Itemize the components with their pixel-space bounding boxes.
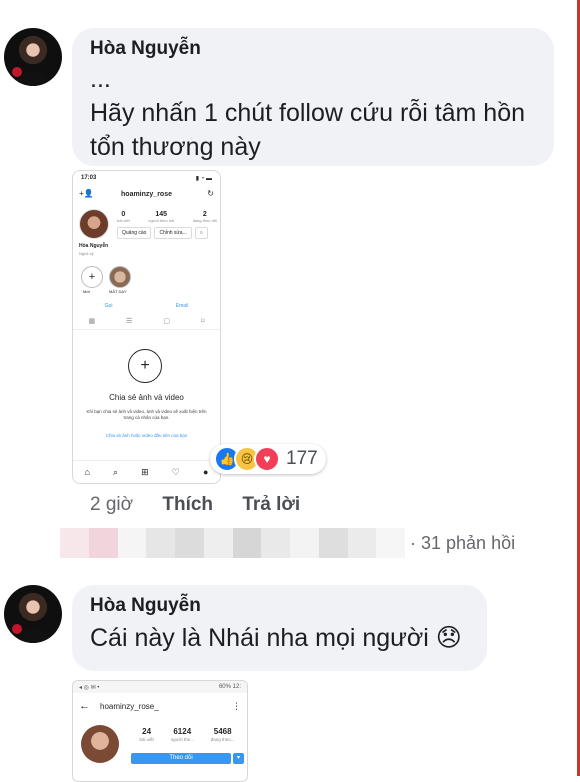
comment-text-line: tổn thương này (90, 133, 261, 161)
stat-label: đang theo... (210, 737, 235, 742)
rose-icon (12, 624, 22, 634)
bottom-nav: ⌂ ⌕ ⊞ ♡ ● (73, 460, 220, 483)
stat-value: 5468 (213, 727, 232, 736)
home-icon: ⌂ (84, 467, 90, 477)
comment-bubble: Hòa Nguyễn Cái này là Nhái nha mọi người… (72, 585, 487, 671)
history-icon: ↻ (207, 189, 214, 198)
add-post-plus-icon: + (128, 349, 162, 383)
stat-label: bài viết (139, 737, 154, 742)
call-link: Gọi (104, 303, 113, 309)
rose-icon (12, 67, 22, 77)
heart-icon: ♡ (171, 466, 180, 477)
stat-value: 0 (121, 211, 126, 218)
replies-count: 31 phản hồi (421, 533, 516, 553)
grid-icon: ▦ (88, 318, 96, 325)
profile-header: ← hoaminzy_rose_ ⋮ (79, 697, 241, 715)
profile-avatar (79, 209, 109, 239)
add-icon: ⊞ (141, 466, 149, 477)
ads-button: Quảng cáo (117, 227, 152, 239)
avatar-figure (18, 72, 48, 86)
email-link: Email (175, 303, 189, 309)
stat-label: người theo dõi (148, 218, 175, 223)
comment-author[interactable]: Hòa Nguyễn (90, 595, 469, 617)
bookmark-icon: ⌑ (200, 318, 205, 325)
stat-label: bài viết (117, 218, 130, 223)
search-icon: ⌕ (113, 466, 119, 477)
new-highlight-plus-icon: + (81, 266, 103, 288)
avatar[interactable] (4, 28, 62, 86)
dropdown-arrow-icon: ▾ (233, 753, 244, 764)
love-reaction-icon: ♥ (254, 446, 280, 472)
profile-stats: 24 bài viết 6124 người the... 5468 đang the… (131, 727, 243, 743)
comment-text-line: ... (90, 65, 111, 93)
comment-bubble: Hòa Nguyễn ... Hãy nhấn 1 chút follow cứ… (72, 28, 554, 166)
comment-actions: 2 giờ Thích Trả lời (90, 494, 324, 516)
edit-profile-button: Chỉnh sửa... (154, 227, 192, 239)
profile-username: hoaminzy_rose_ (100, 701, 159, 711)
blurred-replier-avatars (60, 528, 405, 558)
stat-label: đang theo dõi (192, 218, 217, 223)
highlight-label: MẤT DẠY (109, 289, 127, 294)
profile-avatar (81, 725, 119, 763)
profile-buttons: Quảng cáo Chỉnh sửa... ○ (117, 227, 208, 239)
follow-button: Theo dõi (131, 753, 231, 764)
view-replies-link[interactable]: · 31 phản hồi (410, 533, 515, 554)
avatar-figure (18, 629, 48, 643)
profile-stats: 0 bài viết 145 người theo dõi 2 đang theo d… (117, 211, 217, 224)
attached-screenshot[interactable]: 17:03 ▮ ◔ ▬ +👤 hoaminzy_rose ↻ 0 bài viết… (72, 170, 221, 484)
profile-role: Nghệ sỹ (79, 251, 94, 256)
stat-label: người the... (170, 737, 194, 742)
comment-author[interactable]: Hòa Nguyễn (90, 38, 536, 60)
empty-state-description: Khi bạn chia sẻ ảnh và video, ảnh và vid… (86, 409, 207, 420)
stat-value: 145 (155, 211, 168, 218)
stat-value: 24 (142, 727, 152, 736)
status-right: 60% 12: (218, 684, 241, 690)
settings-icon: ○ (194, 227, 208, 239)
avatar[interactable] (4, 585, 62, 643)
more-options-icon: ⋮ (232, 700, 241, 711)
empty-state-link: Chia sẻ ảnh hoặc video đầu tiên của bạn (105, 433, 188, 438)
comment-text-line: Hãy nhấn 1 chút follow cứu rỗi tâm hồn (90, 99, 526, 127)
profile-icon: ● (202, 467, 209, 477)
stat-value: 6124 (173, 727, 192, 736)
status-icons-left: ◂ ◎ ✉ • (79, 684, 100, 691)
like-button[interactable]: Thích (162, 494, 213, 515)
reply-button[interactable]: Trả lời (242, 494, 300, 515)
contact-links: Gọi Email (73, 303, 220, 309)
status-time: 17:03 (81, 175, 97, 181)
list-icon: ☰ (126, 318, 133, 325)
profile-username: hoaminzy_rose (121, 191, 172, 198)
back-arrow-icon: ← (79, 700, 90, 712)
status-icons: ▮ ◔ ▬ (195, 176, 212, 182)
attached-screenshot[interactable]: ◂ ◎ ✉ • 60% 12: ← hoaminzy_rose_ ⋮ 24 bài… (72, 680, 248, 782)
reaction-summary[interactable]: 👍 😢 ♥ 177 (210, 444, 326, 474)
story-highlight (109, 266, 131, 288)
comment-text: Cái này là Nhái nha mọi người 😞 (90, 624, 462, 652)
comment-time[interactable]: 2 giờ (90, 494, 133, 515)
stat-value: 2 (202, 211, 207, 218)
tagged-icon: ▢ (163, 318, 170, 325)
profile-name: Hòa Nguyễn (79, 243, 109, 249)
empty-state-title: Chia sẻ ảnh và video (109, 393, 184, 402)
highlight-label: Mới (83, 289, 90, 294)
status-bar: ◂ ◎ ✉ • 60% 12: (73, 681, 247, 693)
reaction-count: 177 (286, 448, 318, 469)
profile-tabs: ▦ ☰ ▢ ⌑ (73, 317, 220, 330)
